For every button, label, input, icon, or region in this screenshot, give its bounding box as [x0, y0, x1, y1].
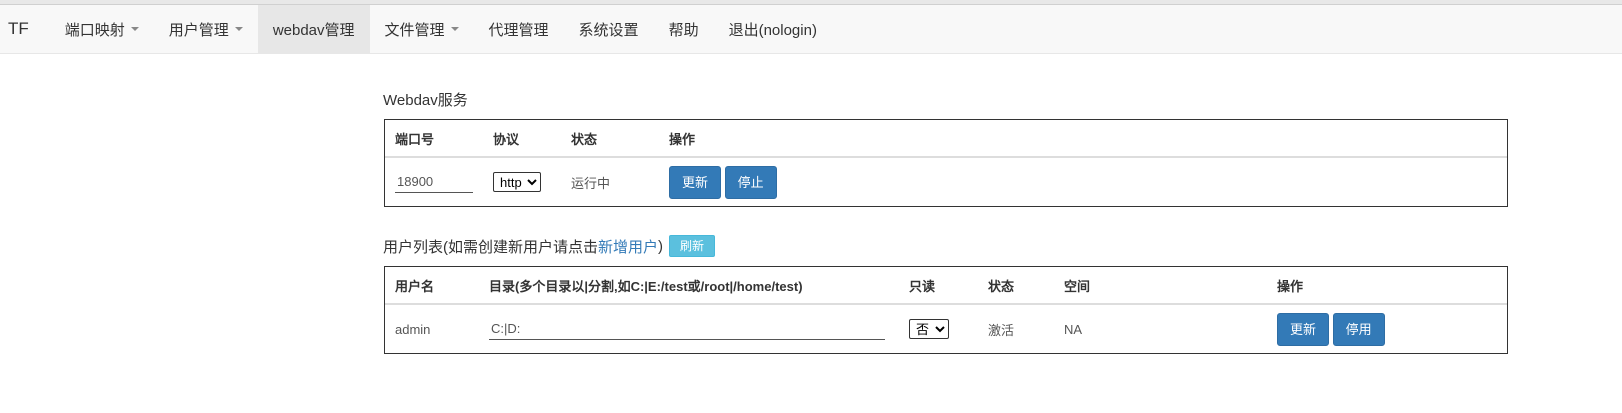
brand[interactable]: TF: [0, 5, 50, 53]
nav-item-label: 系统设置: [578, 21, 639, 39]
user-update-button[interactable]: 更新: [1277, 312, 1330, 346]
nav-menu: 端口映射 用户管理 webdav管理 文件管理 代理管理 系统设置 帮助 退出(…: [50, 5, 832, 53]
user-list-title-prefix: 用户列表(如需创建新用户请点击: [383, 238, 598, 256]
webdav-service-table: 端口号 协议 状态 操作 http 运行中: [384, 119, 1508, 207]
nav-item-port-mapping[interactable]: 端口映射: [50, 5, 154, 53]
port-input[interactable]: [395, 171, 473, 193]
readonly-cell: 否: [899, 304, 978, 353]
update-button[interactable]: 更新: [669, 165, 722, 199]
stop-button[interactable]: 停止: [724, 165, 777, 199]
caret-down-icon: [130, 27, 139, 31]
nav-item-label: 用户管理: [168, 21, 229, 39]
nav-item-label: webdav管理: [272, 21, 355, 39]
user-disable-button[interactable]: 停用: [1332, 312, 1385, 346]
column-header-directory: 目录(多个目录以|分割,如C:|E:/test或/root|/home/test…: [479, 267, 899, 305]
caret-down-icon: [234, 27, 243, 31]
nav-item-label: 代理管理: [488, 21, 549, 39]
column-header-actions: 操作: [1267, 267, 1507, 305]
user-list-title: 用户列表(如需创建新用户请点击 新增用户) 刷新: [383, 235, 716, 257]
caret-down-icon: [450, 27, 459, 31]
nav-item-label: 退出(nologin): [728, 21, 817, 39]
nav-item-webdav[interactable]: webdav管理: [257, 5, 370, 53]
nav-item-label: 帮助: [668, 21, 699, 39]
nav-item-file-management[interactable]: 文件管理: [370, 5, 474, 53]
column-header-actions: 操作: [659, 120, 1507, 158]
column-header-readonly: 只读: [899, 267, 978, 305]
user-list-title-suffix: ): [658, 237, 664, 255]
nav-item-help[interactable]: 帮助: [654, 5, 714, 53]
nav-item-proxy[interactable]: 代理管理: [474, 5, 564, 53]
protocol-cell: http: [483, 157, 561, 206]
navbar: TF 端口映射 用户管理 webdav管理 文件管理 代理管理 系统设置 帮助 …: [0, 5, 1622, 54]
readonly-select[interactable]: 否: [909, 319, 949, 339]
nav-item-label: 文件管理: [384, 21, 445, 39]
user-list-table: 用户名 目录(多个目录以|分割,如C:|E:/test或/root|/home/…: [384, 266, 1508, 354]
space-text: NA: [1064, 321, 1083, 337]
column-header-protocol: 协议: [483, 120, 561, 158]
webdav-section-title: Webdav服务: [383, 92, 468, 109]
nav-item-user-management[interactable]: 用户管理: [154, 5, 258, 53]
user-status-text: 激活: [988, 322, 1015, 338]
column-header-port: 端口号: [385, 120, 483, 158]
table-row: admin 否 激活 NA 更新 停用: [385, 304, 1507, 353]
directory-input[interactable]: [489, 318, 885, 340]
protocol-select[interactable]: http: [493, 172, 541, 192]
table-row: http 运行中 更新 停止: [385, 157, 1507, 206]
column-header-status: 状态: [978, 267, 1054, 305]
username-cell: admin: [395, 321, 431, 337]
user-actions-cell: 更新 停用: [1267, 304, 1507, 353]
status-text: 运行中: [571, 175, 611, 191]
nav-item-logout[interactable]: 退出(nologin): [714, 5, 832, 53]
add-user-link[interactable]: 新增用户: [598, 236, 658, 257]
actions-cell: 更新 停止: [659, 157, 1507, 206]
column-header-space: 空间: [1054, 267, 1267, 305]
directory-cell: [479, 304, 899, 353]
table-header-row: 用户名 目录(多个目录以|分割,如C:|E:/test或/root|/home/…: [385, 267, 1507, 305]
nav-item-settings[interactable]: 系统设置: [564, 5, 654, 53]
nav-item-label: 端口映射: [64, 21, 125, 39]
column-header-username: 用户名: [385, 267, 479, 305]
table-header-row: 端口号 协议 状态 操作: [385, 120, 1507, 158]
port-cell: [385, 157, 483, 206]
refresh-button[interactable]: 刷新: [669, 235, 716, 257]
column-header-status: 状态: [561, 120, 659, 158]
